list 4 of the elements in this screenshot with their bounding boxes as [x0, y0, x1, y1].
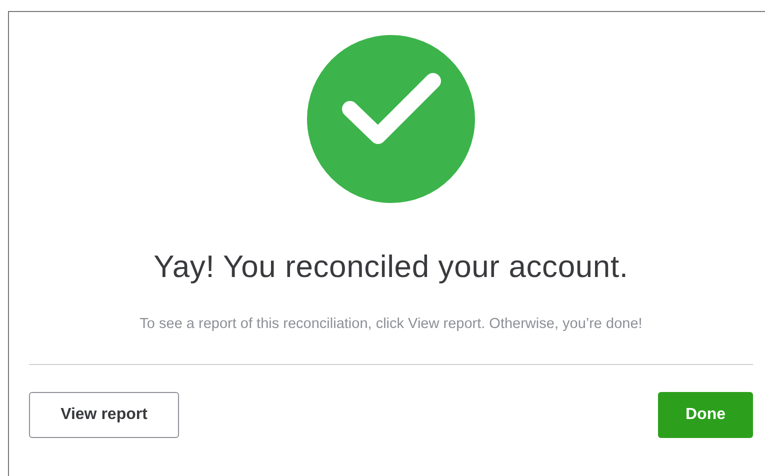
success-title: Yay! You reconciled your account. [154, 249, 628, 285]
success-check-icon [307, 35, 475, 203]
success-message: To see a report of this reconciliation, click View report. Otherwise, you’re done! [138, 315, 644, 334]
view-report-button[interactable]: View report [29, 392, 179, 438]
